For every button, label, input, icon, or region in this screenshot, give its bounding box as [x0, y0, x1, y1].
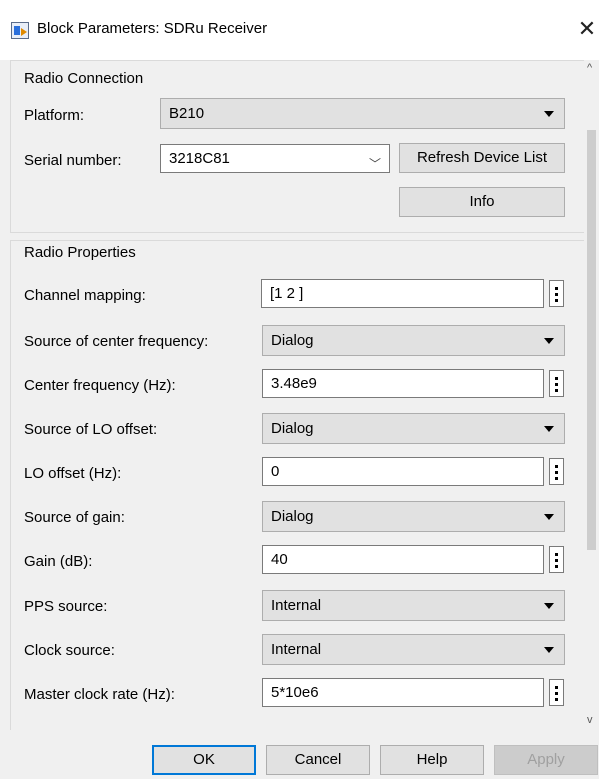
center-frequency-input[interactable]: 3.48e9	[262, 369, 544, 398]
caret-down-icon	[544, 603, 554, 609]
refresh-device-list-button[interactable]: Refresh Device List	[399, 143, 565, 173]
gain-label: Gain (dB):	[24, 553, 93, 570]
clock-source-dropdown[interactable]: Internal	[262, 634, 565, 665]
clock-source-value: Internal	[271, 641, 322, 658]
vertical-ellipsis-icon[interactable]	[549, 370, 564, 397]
master-clock-rate-input[interactable]: 5*10e6	[262, 678, 544, 707]
serial-number-combo[interactable]: 3218C81 ﹀	[160, 144, 390, 173]
pps-source-label: PPS source:	[24, 598, 108, 615]
source-center-frequency-label: Source of center frequency:	[24, 333, 209, 350]
caret-down-icon	[544, 426, 554, 432]
center-frequency-label: Center frequency (Hz):	[24, 377, 176, 394]
lo-offset-label: LO offset (Hz):	[24, 465, 122, 482]
pps-source-dropdown[interactable]: Internal	[262, 590, 565, 621]
source-gain-label: Source of gain:	[24, 509, 125, 526]
vertical-scrollbar[interactable]: ^ v	[584, 60, 599, 730]
caret-down-icon	[544, 647, 554, 653]
caret-down-icon	[544, 338, 554, 344]
apply-button[interactable]: Apply	[494, 745, 598, 775]
ok-button[interactable]: OK	[152, 745, 256, 775]
parameters-panel: Radio Connection Platform: B210 Serial n…	[0, 60, 584, 730]
vertical-ellipsis-icon[interactable]	[549, 280, 564, 307]
dialog-footer: OK Cancel Help Apply	[0, 730, 599, 779]
title-bar: Block Parameters: SDRu Receiver ✕	[0, 0, 599, 60]
platform-label: Platform:	[24, 107, 85, 124]
help-button[interactable]: Help	[380, 745, 484, 775]
caret-down-icon	[544, 514, 554, 520]
vertical-ellipsis-icon[interactable]	[549, 546, 564, 573]
radio-properties-title: Radio Properties	[24, 244, 136, 261]
pps-source-value: Internal	[271, 597, 322, 614]
channel-mapping-label: Channel mapping:	[24, 287, 146, 304]
serial-number-label: Serial number:	[24, 152, 122, 169]
source-lo-offset-dropdown[interactable]: Dialog	[262, 413, 565, 444]
chevron-down-icon: ﹀	[368, 157, 381, 171]
close-icon[interactable]: ✕	[576, 14, 598, 44]
serial-number-value: 3218C81	[169, 150, 230, 167]
vertical-ellipsis-icon[interactable]	[549, 679, 564, 706]
channel-mapping-input[interactable]: [1 2 ]	[261, 279, 544, 308]
source-center-frequency-dropdown[interactable]: Dialog	[262, 325, 565, 356]
source-lo-offset-value: Dialog	[271, 420, 314, 437]
cancel-button[interactable]: Cancel	[266, 745, 370, 775]
caret-down-icon	[544, 111, 554, 117]
source-center-frequency-value: Dialog	[271, 332, 314, 349]
source-gain-dropdown[interactable]: Dialog	[262, 501, 565, 532]
lo-offset-input[interactable]: 0	[262, 457, 544, 486]
vertical-ellipsis-icon[interactable]	[549, 458, 564, 485]
radio-connection-title: Radio Connection	[24, 70, 144, 87]
master-clock-rate-label: Master clock rate (Hz):	[24, 686, 175, 703]
simulink-block-icon	[11, 22, 29, 39]
scroll-up-icon[interactable]: ^	[587, 62, 592, 74]
scroll-down-icon[interactable]: v	[587, 714, 593, 726]
clock-source-label: Clock source:	[24, 642, 115, 659]
info-button[interactable]: Info	[399, 187, 565, 217]
platform-value: B210	[169, 105, 205, 122]
source-gain-value: Dialog	[271, 508, 314, 525]
source-lo-offset-label: Source of LO offset:	[24, 421, 158, 438]
platform-dropdown[interactable]: B210	[160, 98, 565, 129]
gain-input[interactable]: 40	[262, 545, 544, 574]
scrollbar-thumb[interactable]	[587, 130, 596, 550]
window-title: Block Parameters: SDRu Receiver	[37, 20, 268, 37]
